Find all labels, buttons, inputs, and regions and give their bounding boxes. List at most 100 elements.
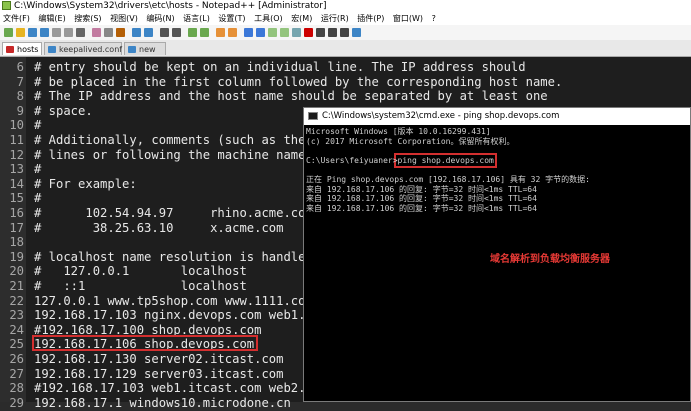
menu-edit[interactable]: 编辑(E) <box>38 14 65 23</box>
line-number: 19 <box>9 249 24 264</box>
menu-encoding[interactable]: 编码(N) <box>146 14 174 23</box>
cmd-window: C:\Windows\system32\cmd.exe - ping shop.… <box>303 107 691 402</box>
npp-title-bar: C:\Windows\System32\drivers\etc\hosts - … <box>0 0 691 13</box>
line-text: # <box>34 162 42 177</box>
file-saved-icon <box>6 46 14 53</box>
line-text: 192.168.17.130 server02.itcast.com <box>34 352 284 366</box>
copy-icon[interactable] <box>104 28 113 37</box>
line-text: # <box>34 191 42 206</box>
menu-macro[interactable]: 宏(M) <box>291 14 312 23</box>
notepadpp-app-icon <box>2 1 11 10</box>
console-line: Microsoft Windows [版本 10.0.16299.431] <box>306 127 491 136</box>
line-text: # entry should be kept on an individual … <box>34 60 526 74</box>
function-list-icon[interactable] <box>280 28 289 37</box>
line-text: # be placed in the first column followed… <box>34 74 563 89</box>
console-line: C:\Users\feiyuaner>ping shop.devops.com <box>306 155 494 165</box>
zoom-out-icon[interactable] <box>200 28 209 37</box>
replace-icon[interactable] <box>172 28 181 37</box>
npp-title-text: C:\Windows\System32\drivers\etc\hosts - … <box>14 1 327 11</box>
line-number: 8 <box>16 89 24 104</box>
play-macro-icon[interactable] <box>328 28 337 37</box>
file-icon <box>128 46 136 53</box>
line-number: 13 <box>9 162 24 177</box>
line-number: 11 <box>9 133 24 147</box>
file-icon <box>48 46 56 53</box>
line-number: 16 <box>9 206 24 220</box>
tab-hosts[interactable]: hosts× <box>2 42 42 66</box>
line-number: 28 <box>9 381 24 396</box>
new-file-icon[interactable] <box>4 28 13 37</box>
menu-window[interactable]: 窗口(W) <box>393 14 423 23</box>
cmd-title-text: C:\Windows\system32\cmd.exe - ping shop.… <box>322 111 560 121</box>
line-number: 12 <box>9 147 24 162</box>
menu-settings[interactable]: 设置(T) <box>218 14 245 23</box>
doc-map-icon[interactable] <box>268 28 277 37</box>
menu-run[interactable]: 运行(R) <box>321 14 349 23</box>
run-macro-multiple-icon[interactable] <box>340 28 349 37</box>
line-number: 10 <box>9 118 24 133</box>
line-text: # <box>34 118 42 133</box>
menu-language[interactable]: 语言(L) <box>183 14 210 23</box>
line-text: # For example: <box>34 176 137 191</box>
print-icon[interactable] <box>76 28 85 37</box>
menu-help[interactable]: ? <box>432 14 436 23</box>
stop-macro-icon[interactable] <box>316 28 325 37</box>
line-number: 17 <box>9 220 24 235</box>
save-icon[interactable] <box>28 28 37 37</box>
annotation-text: 域名解析到负载均衡服务器 <box>490 254 610 265</box>
menu-search[interactable]: 搜索(S) <box>74 14 101 23</box>
console-line: 来自 192.168.17.106 的回复: 字节=32 时间<1ms TTL=… <box>306 184 537 194</box>
line-number: 22 <box>9 293 24 308</box>
tab-keepalived-conf[interactable]: keepalived.conf× <box>44 42 123 66</box>
line-text: # The IP address and the host name shoul… <box>34 89 548 104</box>
line-number: 14 <box>9 176 24 191</box>
indent-guide-icon[interactable] <box>256 28 265 37</box>
paste-icon[interactable] <box>116 28 125 37</box>
word-wrap-icon[interactable] <box>228 28 237 37</box>
line-number: 24 <box>9 322 24 337</box>
line-number: 26 <box>9 352 24 366</box>
folder-workspace-icon[interactable] <box>292 28 301 37</box>
record-macro-icon[interactable] <box>304 28 313 37</box>
line-number: 18 <box>9 235 24 250</box>
line-text: 127.0.0.1 www.tp5shop.com www.1111.com <box>34 293 313 308</box>
line-number: 29 <box>9 395 24 410</box>
open-file-icon[interactable] <box>16 28 25 37</box>
find-icon[interactable] <box>160 28 169 37</box>
redo-icon[interactable] <box>144 28 153 37</box>
zoom-in-icon[interactable] <box>188 28 197 37</box>
cmd-title-bar: C:\Windows\system32\cmd.exe - ping shop.… <box>304 108 690 125</box>
cut-icon[interactable] <box>92 28 101 37</box>
menu-tools[interactable]: 工具(O) <box>254 14 283 23</box>
menu-view[interactable]: 视图(V) <box>110 14 138 23</box>
menu-plugins[interactable]: 插件(P) <box>357 14 384 23</box>
line-number: 23 <box>9 308 24 323</box>
save-macro-icon[interactable] <box>352 28 361 37</box>
line-text: # space. <box>34 103 93 118</box>
console-line: (c) 2017 Microsoft Corporation。保留所有权利。 <box>306 136 515 146</box>
close-icon[interactable] <box>52 28 61 37</box>
undo-icon[interactable] <box>132 28 141 37</box>
line-number: 27 <box>9 366 24 381</box>
show-all-chars-icon[interactable] <box>244 28 253 37</box>
tab-label: hosts <box>17 45 39 54</box>
sync-scroll-icon[interactable] <box>216 28 225 37</box>
npp-tab-bar: hosts× keepalived.conf× new 1× <box>0 40 691 67</box>
line-number: 20 <box>9 264 24 279</box>
line-number: 6 <box>16 60 24 74</box>
line-number: 25 <box>9 337 24 352</box>
line-text: # 127.0.0.1 localhost <box>34 264 247 279</box>
npp-toolbar <box>0 25 691 41</box>
line-text: 192.168.17.129 server03.itcast.com <box>34 366 284 381</box>
line-number: 15 <box>9 191 24 206</box>
close-all-icon[interactable] <box>64 28 73 37</box>
tab-new-1[interactable]: new 1× <box>124 42 166 67</box>
line-number: 7 <box>16 74 24 89</box>
save-all-icon[interactable] <box>40 28 49 37</box>
line-number: 9 <box>16 103 24 118</box>
console-line: 正在 Ping shop.devops.com [192.168.17.106]… <box>306 175 590 184</box>
console-line: 来自 192.168.17.106 的回复: 字节=32 时间<1ms TTL=… <box>306 203 537 213</box>
menu-file[interactable]: 文件(F) <box>3 14 30 23</box>
tab-label: keepalived.conf <box>59 45 123 54</box>
line-text: 192.168.17.1 windows10.microdone.cn <box>34 395 291 410</box>
